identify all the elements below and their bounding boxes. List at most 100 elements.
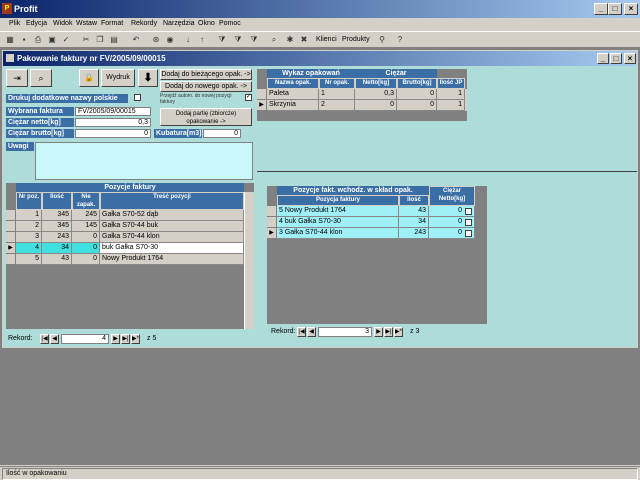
last-record-button[interactable]: ▶| bbox=[121, 334, 130, 344]
kubatura-field[interactable]: 0 bbox=[203, 129, 241, 138]
table-row[interactable]: 3 243 0 Gałka S70-44 klon bbox=[6, 232, 244, 243]
last-record-button[interactable]: ▶| bbox=[384, 327, 393, 337]
row-selector[interactable] bbox=[257, 89, 267, 100]
cell-nie: 0 bbox=[72, 243, 100, 254]
first-record-button[interactable]: |◀ bbox=[297, 327, 306, 337]
wydruk-button[interactable]: Wydruk bbox=[101, 69, 135, 87]
add-new-package-button[interactable]: Dodaj do nowego opak. -> bbox=[160, 81, 252, 92]
menu-edycja[interactable]: Edycja bbox=[26, 20, 47, 27]
arrow-down-icon[interactable]: ⬇ bbox=[138, 69, 158, 87]
new-record-icon[interactable]: ✱ bbox=[284, 34, 296, 46]
auto-pack-checkbox[interactable]: ✓ bbox=[245, 94, 252, 101]
record-number-field[interactable]: 4 bbox=[61, 334, 109, 344]
close-button[interactable]: × bbox=[624, 3, 638, 15]
binoculars-icon[interactable]: ⚲ bbox=[376, 34, 388, 46]
menu-wstaw[interactable]: Wstaw bbox=[76, 20, 97, 27]
delete-record-icon[interactable]: ✖ bbox=[298, 34, 310, 46]
print-icon[interactable]: ⎙ bbox=[32, 34, 44, 46]
web-icon[interactable]: ◉ bbox=[164, 34, 176, 46]
next-record-button[interactable]: ▶ bbox=[374, 327, 383, 337]
filter-apply-icon[interactable]: ⧩ bbox=[248, 34, 260, 46]
window-close-button[interactable]: × bbox=[624, 53, 636, 64]
hyperlink-icon[interactable]: ⊛ bbox=[150, 34, 162, 46]
row-selector-current[interactable]: ▶ bbox=[6, 243, 16, 254]
table-row[interactable]: 5 Nowy Produkt 1764 43 0 bbox=[267, 206, 475, 217]
package-items-caption: Pozycje fakt. wchodz. w skład opak. bbox=[277, 186, 429, 195]
spell-icon[interactable]: ✓ bbox=[60, 34, 72, 46]
row-selector[interactable] bbox=[267, 206, 277, 217]
sort-desc-icon[interactable]: ↑ bbox=[196, 34, 208, 46]
window-maximize-button[interactable]: □ bbox=[610, 53, 622, 64]
prev-record-button[interactable]: ◀ bbox=[50, 334, 59, 344]
add-current-package-button[interactable]: Dodaj do bieżącego opak. -> bbox=[160, 69, 252, 80]
print-names-label: Drukuj dodatkowe nazwy polskie bbox=[6, 94, 128, 103]
row-checkbox[interactable] bbox=[465, 219, 472, 226]
row-checkbox[interactable] bbox=[465, 230, 472, 237]
table-row-selected[interactable]: ▶ 4 34 0 buk Gałka S70-30 bbox=[6, 243, 244, 254]
menu-plik[interactable]: Plik bbox=[9, 20, 20, 27]
table-row[interactable]: ▶ 3 Gałka S70-44 klon 243 0 bbox=[267, 228, 475, 239]
table-row[interactable]: 4 buk Gałka S70-30 34 0 bbox=[267, 217, 475, 228]
produkty-button[interactable]: Produkty bbox=[342, 36, 370, 43]
invoice-field[interactable]: FV/2005/09/00015 bbox=[75, 107, 151, 116]
help-icon[interactable]: ? bbox=[394, 34, 406, 46]
menu-pomoc[interactable]: Pomoc bbox=[219, 20, 241, 27]
row-selector[interactable] bbox=[6, 254, 16, 265]
new-record-button[interactable]: ▶* bbox=[131, 334, 140, 344]
copy-icon[interactable]: ❐ bbox=[94, 34, 106, 46]
cell-nr: 1 bbox=[16, 210, 42, 221]
table-row[interactable]: Paleta 1 0,3 0 1 bbox=[257, 89, 467, 100]
enter-icon[interactable]: ⇥ bbox=[6, 69, 28, 87]
row-selector-current[interactable]: ▶ bbox=[267, 228, 277, 239]
table-row[interactable]: 1 345 245 Gałka S70-52 dąb bbox=[6, 210, 244, 221]
row-selector[interactable] bbox=[6, 232, 16, 243]
table-row[interactable]: 2 345 145 Gałka S70-44 buk bbox=[6, 221, 244, 232]
brutto-field[interactable]: 0 bbox=[75, 129, 151, 138]
row-checkbox[interactable] bbox=[465, 208, 472, 215]
window-minimize-button[interactable]: _ bbox=[597, 53, 609, 64]
maximize-button[interactable]: □ bbox=[608, 3, 622, 15]
menu-format[interactable]: Format bbox=[101, 20, 123, 27]
sort-asc-icon[interactable]: ↓ bbox=[182, 34, 194, 46]
record-number-field[interactable]: 3 bbox=[318, 327, 372, 337]
col-nazwa-opak: Nazwa opak. bbox=[267, 78, 319, 89]
preview-icon[interactable]: ▣ bbox=[46, 34, 58, 46]
minimize-button[interactable]: _ bbox=[594, 3, 608, 15]
uwagi-field[interactable] bbox=[35, 142, 253, 180]
invoice-items-navigator: Rekord: |◀ ◀ 4 ▶ ▶| ▶* z 5 bbox=[8, 334, 258, 345]
cut-icon[interactable]: ✂ bbox=[80, 34, 92, 46]
klienci-button[interactable]: Klienci bbox=[316, 36, 337, 43]
search-icon[interactable]: ⌕ bbox=[30, 69, 52, 87]
app-title-bar: P Profit _ □ × bbox=[0, 0, 640, 18]
cell-nazwa: Skrzynia bbox=[267, 100, 319, 111]
cell-pozycja: 3 Gałka S70-44 klon bbox=[277, 228, 399, 239]
table-row[interactable]: 5 43 0 Nowy Produkt 1764 bbox=[6, 254, 244, 265]
print-names-checkbox[interactable] bbox=[134, 94, 141, 101]
menu-narzedzia[interactable]: Narzędzia bbox=[163, 20, 195, 27]
cell-pozycja: 4 buk Gałka S70-30 bbox=[277, 217, 399, 228]
find-icon[interactable]: ⌕ bbox=[268, 34, 280, 46]
undo-icon[interactable]: ↶ bbox=[130, 34, 142, 46]
save-icon[interactable]: ▪ bbox=[18, 34, 30, 46]
first-record-button[interactable]: |◀ bbox=[40, 334, 49, 344]
row-selector[interactable] bbox=[267, 217, 277, 228]
menu-rekordy[interactable]: Rekordy bbox=[131, 20, 157, 27]
row-selector[interactable] bbox=[6, 221, 16, 232]
cell-nr: 5 bbox=[16, 254, 42, 265]
prev-record-button[interactable]: ◀ bbox=[307, 327, 316, 337]
menu-widok[interactable]: Widok bbox=[53, 20, 72, 27]
next-record-button[interactable]: ▶ bbox=[111, 334, 120, 344]
filter-selection-icon[interactable]: ⧩ bbox=[216, 34, 228, 46]
menu-okno[interactable]: Okno bbox=[198, 20, 215, 27]
vertical-scrollbar[interactable] bbox=[244, 192, 254, 329]
lock-icon[interactable]: 🔒 bbox=[79, 69, 99, 87]
view-icon[interactable]: ▦ bbox=[4, 34, 16, 46]
add-part-button[interactable]: Dodaj partię (zbiorcze) opakowanie -> bbox=[160, 108, 252, 126]
row-selector-current[interactable]: ▶ bbox=[257, 100, 267, 111]
row-selector[interactable] bbox=[6, 210, 16, 221]
netto-field[interactable]: 0,3 bbox=[75, 118, 151, 127]
table-row[interactable]: ▶ Skrzynia 2 0 0 1 bbox=[257, 100, 467, 111]
new-record-button[interactable]: ▶* bbox=[394, 327, 403, 337]
filter-form-icon[interactable]: ⧩ bbox=[232, 34, 244, 46]
paste-icon[interactable]: ▤ bbox=[108, 34, 120, 46]
